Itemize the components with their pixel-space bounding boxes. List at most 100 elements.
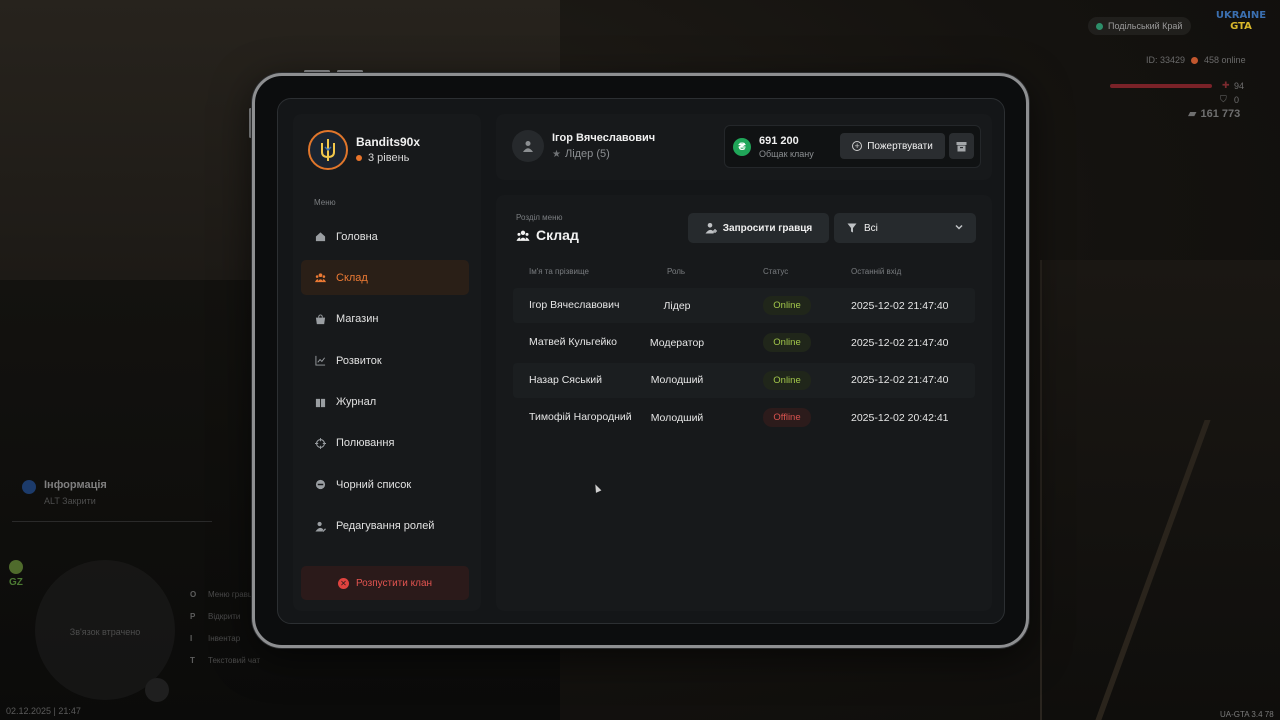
member-name: Матвей Кульгейко: [529, 336, 617, 349]
table-row[interactable]: Тимофій Нагородний Молодший Offline 2025…: [513, 400, 975, 435]
key-hint: O Меню гравця: [190, 590, 257, 599]
health-icon: ✚: [1222, 80, 1230, 90]
member-role: Молодший: [650, 411, 704, 424]
key-hint: T Текстовий чат: [190, 656, 261, 665]
clan-name: Bandits90x: [356, 135, 421, 149]
health-value: 94: [1234, 81, 1245, 91]
chart-icon: [315, 355, 326, 366]
player-id-online: ID: 33429 458 online: [1146, 55, 1246, 65]
shop-icon: [315, 314, 326, 325]
last-login: 2025-12-02 20:42:41: [851, 411, 949, 424]
info-hint: ALT Закрити: [44, 496, 96, 506]
clan-emblem: [308, 130, 348, 170]
sidebar-item-development[interactable]: Розвиток: [301, 343, 469, 378]
game-logo: UKRAINE GTA: [1215, 10, 1267, 32]
column-header: Статус: [763, 267, 789, 276]
user-add-icon: [705, 223, 717, 234]
table-header: Ім'я та прізвище Роль Статус Останній вх…: [513, 267, 975, 281]
zone-icon: [9, 560, 23, 574]
table-row[interactable]: Матвей Кульгейко Модератор Online 2025-1…: [513, 325, 975, 360]
sidebar-item-hunting[interactable]: Полювання: [301, 426, 469, 461]
health-bar: [1110, 84, 1212, 88]
user-header: Ігор Вячеславович ★ Лідер (5) ₴ 691 200 …: [496, 114, 992, 180]
last-login: 2025-12-02 21:47:40: [851, 374, 949, 387]
info-title: Інформація: [44, 479, 107, 491]
section-caption: Розділ меню: [516, 213, 563, 222]
key-hints: O Меню гравця P Відкрити I Інвентар T Тексто…: [190, 590, 260, 678]
zone-indicator: GZ: [9, 560, 23, 588]
storage-button[interactable]: [949, 133, 974, 159]
money-icon: ▰: [1188, 108, 1197, 120]
menu-caption: Меню: [314, 198, 336, 207]
members-panel: Розділ меню Склад Запросити гравця Всі І…: [496, 195, 992, 611]
box-icon: [956, 141, 967, 151]
member-role: Молодший: [650, 374, 704, 387]
key-hint: I Інвентар: [190, 634, 241, 643]
status-badge: Online: [763, 370, 811, 390]
plus-icon: +: [852, 141, 863, 151]
filter-select[interactable]: Всі: [834, 213, 976, 243]
minimap-message: Зв'язок втрачено: [69, 627, 141, 637]
game-version: UA-GTA 3.4 78: [1220, 710, 1274, 719]
server-status-icon: [1096, 22, 1103, 30]
status-badge: Online: [763, 333, 811, 353]
money-display: ▰ 161 773: [1188, 108, 1241, 120]
users-icon: [516, 230, 530, 241]
last-login: 2025-12-02 21:47:40: [851, 299, 949, 312]
sidebar-item-home[interactable]: Головна: [301, 219, 469, 254]
table-row[interactable]: Назар Сяський Молодший Online 2025-12-02…: [513, 362, 975, 398]
clan-app-screen: Bandits90x 3 рівень Меню Головна Склад М…: [277, 98, 1005, 624]
server-badge: Подільський Край: [1088, 17, 1192, 35]
members-table: Ігор Вячеславович Лідер Online 2025-12-0…: [513, 288, 975, 438]
sidebar-item-shop[interactable]: Магазин: [301, 302, 469, 337]
bank-amount: 691 200: [759, 135, 799, 147]
disband-clan-button[interactable]: ✕ Розпустити клан: [301, 566, 469, 600]
online-count: 458 online: [1204, 55, 1246, 65]
column-header: Ім'я та прізвище: [529, 267, 589, 276]
user-edit-icon: [315, 521, 326, 532]
level-dot-icon: [356, 155, 362, 161]
clan-bank: ₴ 691 200 Общак клану + Пожертвувати: [724, 125, 981, 168]
clan-level: 3 рівень: [356, 152, 409, 164]
online-icon: [1191, 56, 1199, 64]
key-hint: P Відкрити: [190, 612, 241, 621]
sidebar-menu: Головна Склад Магазин Розвиток Журнал По…: [301, 219, 469, 550]
filter-value: Всі: [864, 222, 878, 234]
close-icon: ✕: [337, 577, 349, 589]
sidebar-item-blacklist[interactable]: Чорний список: [301, 467, 469, 502]
page-title: Склад: [516, 227, 579, 243]
user-icon: [523, 141, 533, 152]
avatar: [512, 130, 544, 162]
users-icon: [315, 272, 326, 283]
info-icon: [22, 480, 36, 494]
member-role: Лідер: [663, 299, 691, 312]
invite-player-button[interactable]: Запросити гравця: [688, 213, 829, 243]
book-icon: [315, 397, 326, 408]
filter-icon: [847, 223, 857, 233]
microphone-icon: [145, 678, 169, 702]
player-id: ID: 33429: [1146, 55, 1186, 65]
home-icon: [315, 231, 326, 242]
trident-icon: [321, 139, 335, 161]
crosshair-icon: [315, 437, 326, 449]
member-role: Модератор: [649, 336, 705, 349]
armor-icon: ⛉: [1220, 94, 1227, 104]
chevron-down-icon: [955, 224, 963, 230]
user-role: ★ Лідер (5): [552, 148, 610, 160]
last-login: 2025-12-02 21:47:40: [851, 336, 949, 349]
sidebar-item-journal[interactable]: Журнал: [301, 385, 469, 420]
donate-button[interactable]: + Пожертвувати: [840, 133, 945, 159]
user-name: Ігор Вячеславович: [552, 132, 656, 144]
sidebar-item-edit-roles[interactable]: Редагування ролей: [301, 509, 469, 544]
hryvnia-icon: ₴: [733, 138, 751, 156]
table-row[interactable]: Ігор Вячеславович Лідер Online 2025-12-0…: [513, 288, 975, 323]
armor-value: 0: [1234, 95, 1240, 105]
datetime: 02.12.2025 | 21:47: [6, 706, 81, 716]
column-header: Останній вхід: [851, 267, 902, 276]
tablet-frame: Bandits90x 3 рівень Меню Головна Склад М…: [252, 73, 1029, 648]
sidebar-item-warehouse[interactable]: Склад: [301, 260, 469, 296]
star-icon: ★: [552, 148, 561, 160]
sidebar: Bandits90x 3 рівень Меню Головна Склад М…: [293, 114, 481, 611]
server-name: Подільський Край: [1108, 21, 1183, 31]
status-badge: Offline: [763, 408, 811, 428]
